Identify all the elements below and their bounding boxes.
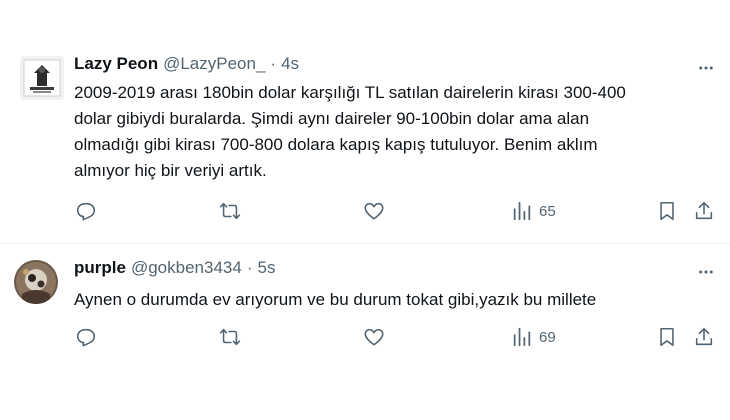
share-icon	[695, 327, 713, 346]
share-icon	[695, 201, 713, 220]
views-count: 65	[539, 202, 556, 220]
reply-icon	[76, 328, 96, 347]
views-button[interactable]: 69	[511, 322, 556, 352]
tweet[interactable]: Lazy Peon @LazyPeon_ · 4s 2009-2019 aras…	[0, 0, 730, 244]
views-icon	[513, 201, 531, 221]
reply-button[interactable]	[75, 196, 97, 226]
avatar[interactable]	[14, 260, 58, 304]
retweet-icon	[219, 202, 241, 220]
like-button[interactable]	[363, 322, 385, 352]
timestamp[interactable]: 4s	[281, 54, 299, 74]
bookmark-button[interactable]	[656, 322, 678, 352]
display-name[interactable]: Lazy Peon	[74, 54, 158, 74]
timestamp[interactable]: 5s	[257, 258, 275, 278]
bookmark-button[interactable]	[656, 196, 678, 226]
bookmark-icon	[660, 327, 674, 347]
tweet-feed: Lazy Peon @LazyPeon_ · 4s 2009-2019 aras…	[0, 0, 730, 420]
tweet-header: purple @gokben3434 · 5s	[74, 258, 275, 278]
like-icon	[364, 328, 384, 346]
tweet-actions: 69	[0, 322, 730, 352]
separator: ·	[270, 54, 277, 73]
views-button[interactable]: 65	[511, 196, 556, 226]
like-button[interactable]	[363, 196, 385, 226]
share-button[interactable]	[693, 322, 715, 352]
like-icon	[364, 202, 384, 220]
retweet-button[interactable]	[219, 322, 241, 352]
share-button[interactable]	[693, 196, 715, 226]
tweet[interactable]: purple @gokben3434 · 5s Aynen o durumda …	[0, 244, 730, 420]
tweet-text: Aynen o durumda ev arıyorum ve bu durum …	[74, 290, 597, 309]
more-icon[interactable]	[696, 58, 716, 78]
retweet-icon	[219, 328, 241, 346]
tweet-text: 2009-2019 arası 180bin dolar karşılığı T…	[74, 83, 626, 180]
retweet-button[interactable]	[219, 196, 241, 226]
display-name[interactable]: purple	[74, 258, 126, 278]
bookmark-icon	[660, 201, 674, 221]
user-handle[interactable]: @gokben3434	[131, 258, 242, 278]
user-handle[interactable]: @LazyPeon_	[163, 54, 265, 74]
avatar[interactable]	[20, 56, 64, 100]
separator: ·	[246, 258, 253, 277]
reply-icon	[76, 202, 96, 221]
views-icon	[513, 327, 531, 347]
reply-button[interactable]	[75, 322, 97, 352]
tweet-header: Lazy Peon @LazyPeon_ · 4s	[74, 54, 299, 74]
tweet-actions: 65	[0, 196, 730, 226]
more-icon[interactable]	[696, 262, 716, 282]
views-count: 69	[539, 328, 556, 346]
